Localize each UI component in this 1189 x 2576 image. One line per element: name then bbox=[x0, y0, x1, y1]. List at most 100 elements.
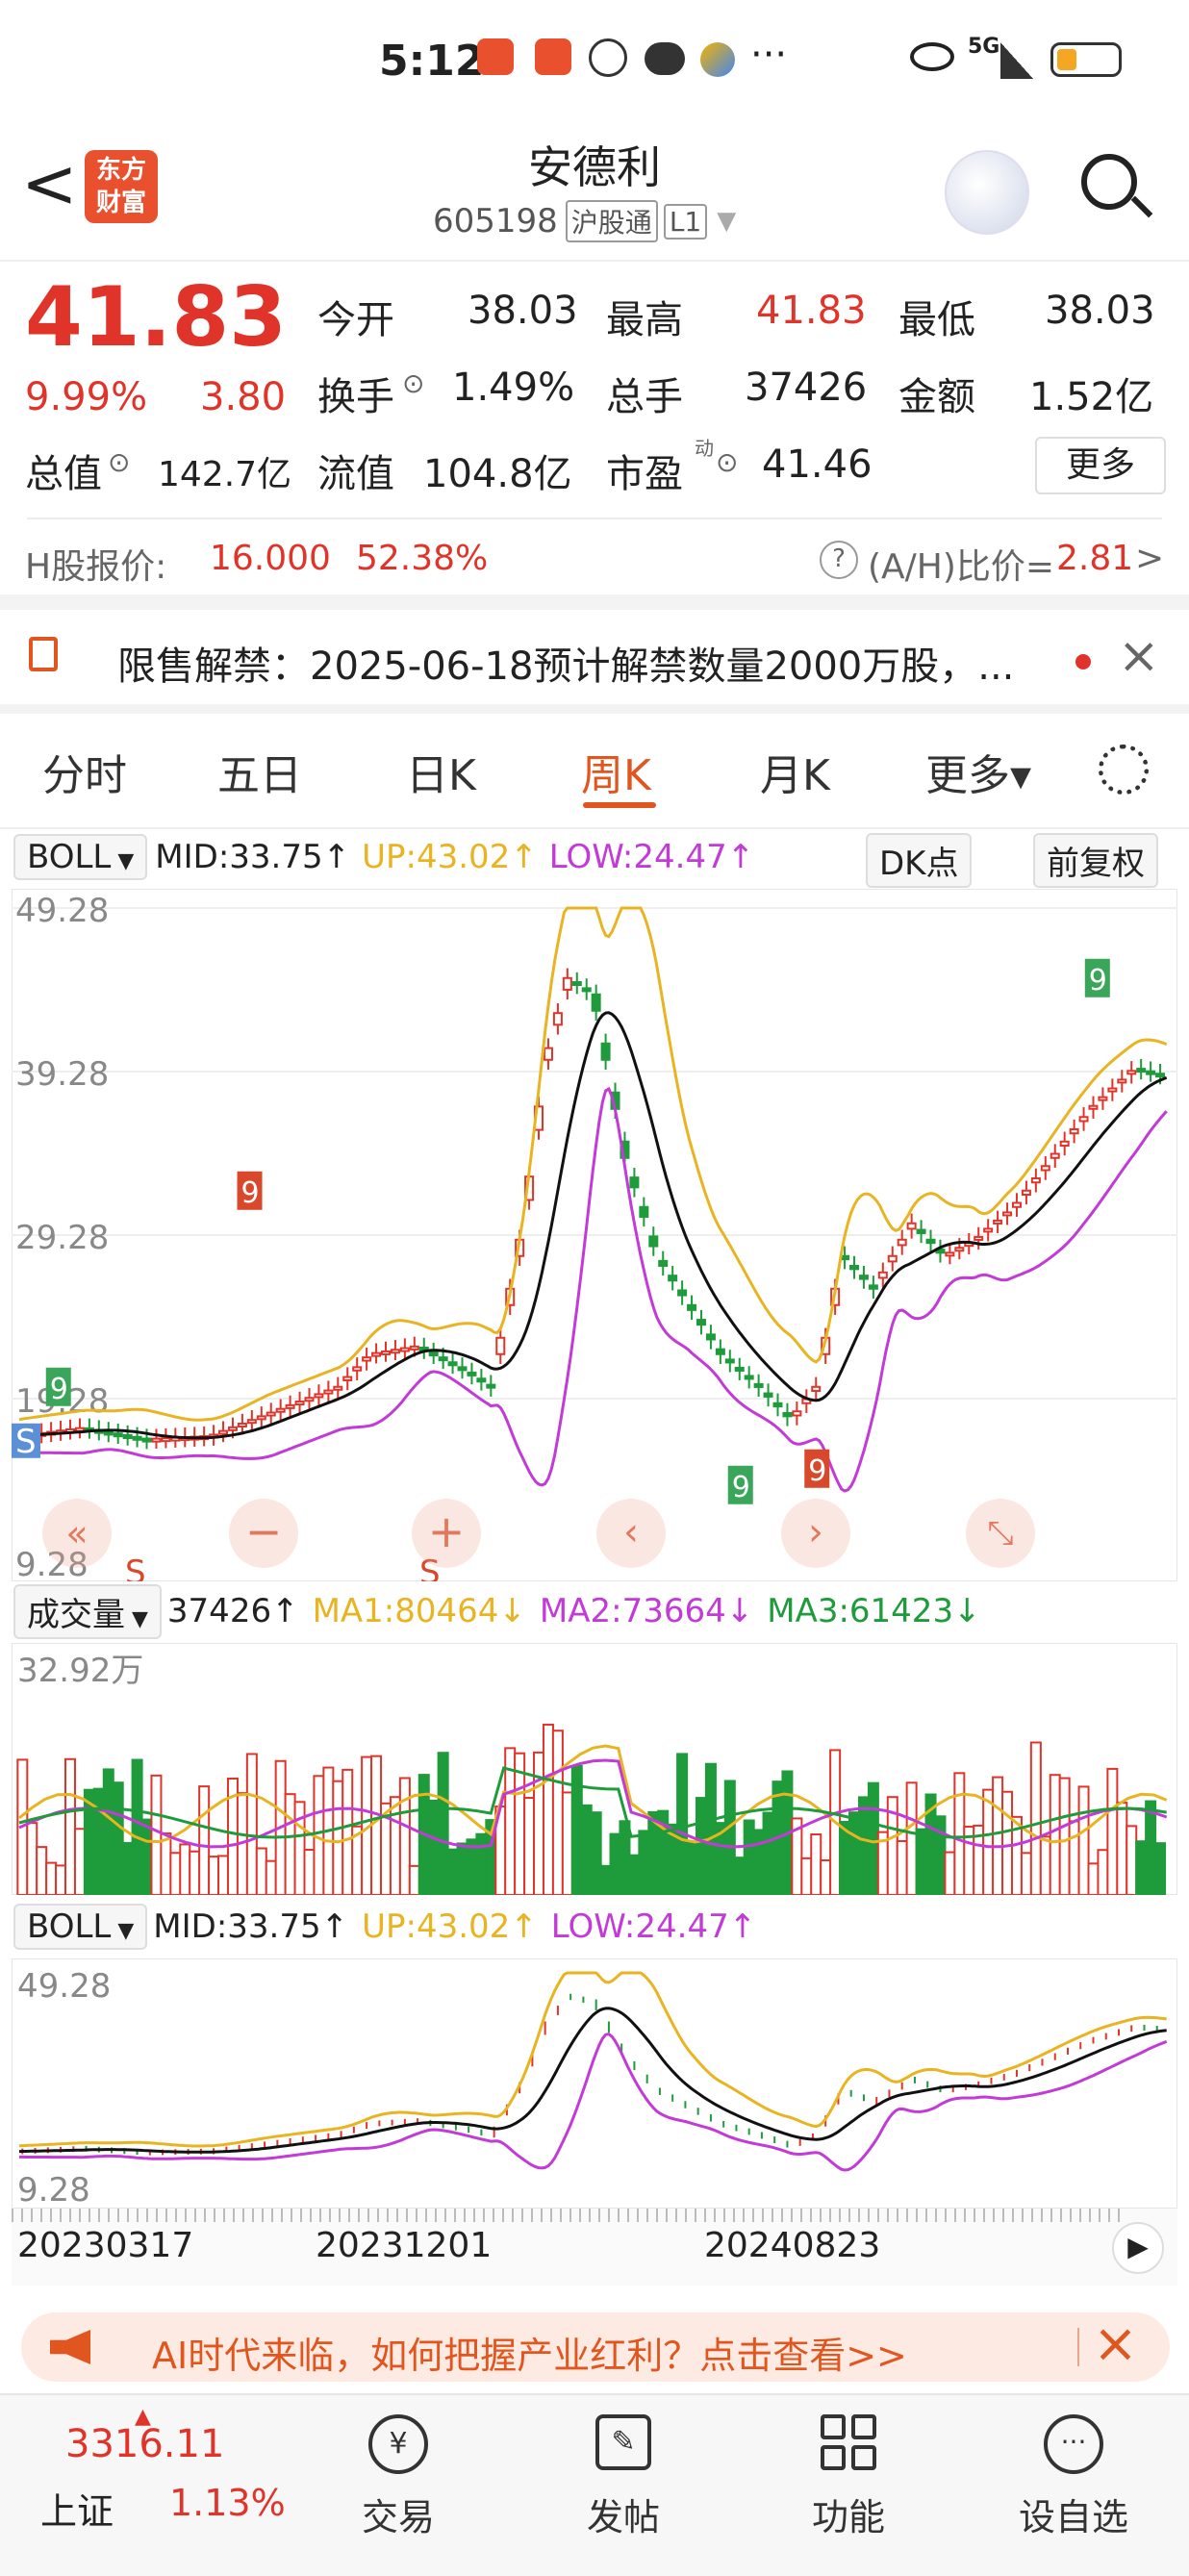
nav-trade[interactable]: ¥ 交易 bbox=[321, 2414, 475, 2540]
adjust-forward-button[interactable]: 前复权 bbox=[1033, 833, 1158, 888]
boll-low: LOW:24.47↑ bbox=[548, 838, 755, 876]
nav-label: 设自选 bbox=[1018, 2496, 1128, 2538]
chat-icon bbox=[645, 42, 685, 75]
candle-body bbox=[1078, 1116, 1089, 1123]
turnover-value: 1.49% bbox=[452, 366, 575, 410]
candle-body bbox=[974, 1235, 984, 1241]
boll-up: UP:43.02↑ bbox=[362, 1907, 538, 1946]
dk-point-button[interactable]: DK点 bbox=[866, 833, 973, 888]
amount-label: 金额 bbox=[898, 375, 975, 419]
volume-bar bbox=[332, 1780, 344, 1895]
robot-assistant-icon[interactable] bbox=[945, 150, 1029, 235]
candle-body bbox=[352, 1366, 363, 1372]
date-label: 20240823 bbox=[704, 2226, 881, 2265]
tab-daily-k[interactable]: 日K bbox=[406, 741, 476, 802]
help-icon[interactable]: ? bbox=[820, 541, 858, 579]
tab-more[interactable]: 更多▾ bbox=[925, 741, 1031, 802]
nav-add-watchlist[interactable]: ··· 设自选 bbox=[997, 2414, 1151, 2540]
date-label: 20230317 bbox=[17, 2226, 194, 2265]
candle-body bbox=[906, 1222, 917, 1230]
candle-body bbox=[237, 1423, 247, 1428]
scroll-right-icon[interactable]: ▶ bbox=[1112, 2222, 1164, 2274]
settings-gear-icon[interactable] bbox=[1099, 745, 1149, 795]
candle-body bbox=[371, 1351, 382, 1357]
dropdown-icon: ▼ bbox=[111, 849, 135, 873]
index-name[interactable]: 上证 bbox=[40, 2482, 114, 2535]
volume-bar bbox=[26, 1822, 38, 1895]
candle-body bbox=[571, 981, 582, 987]
y-axis-label: 29.28 bbox=[15, 1219, 109, 1257]
volume-bar bbox=[905, 1781, 918, 1895]
quote-panel: 41.83 9.99% 3.80 今开 38.03 最高 41.83 最低 38… bbox=[0, 260, 1189, 510]
candle-body bbox=[1098, 1096, 1108, 1101]
h-share-row[interactable]: H股报价: 16.000 52.38% ? (A/H)比价= 2.81 > bbox=[0, 531, 1189, 589]
volume-bar bbox=[982, 1788, 995, 1895]
next-icon[interactable]: › bbox=[781, 1499, 850, 1568]
more-button[interactable]: 更多 bbox=[1035, 437, 1166, 494]
volume-bar bbox=[389, 1796, 401, 1895]
candle-body bbox=[122, 1433, 133, 1439]
volume-bar bbox=[437, 1752, 449, 1895]
zoom-out-icon[interactable]: − bbox=[229, 1499, 298, 1568]
index-change[interactable]: 1.13% bbox=[169, 2482, 286, 2524]
high-label: 最高 bbox=[606, 298, 683, 342]
candle-body bbox=[227, 1426, 238, 1431]
candle-body bbox=[390, 1349, 400, 1354]
mktcap-label: 总值 bbox=[25, 452, 102, 496]
candle-body bbox=[887, 1254, 898, 1263]
weekly-k-chart[interactable]: 49.2839.2829.2819.289.28 99999SSS bbox=[12, 889, 1177, 1581]
zoom-in-icon[interactable]: + bbox=[412, 1499, 481, 1568]
volume-chart[interactable]: 32.92万 bbox=[12, 1643, 1177, 1895]
candle-body bbox=[380, 1350, 391, 1355]
edit-icon: ✎ bbox=[595, 2414, 651, 2470]
candle-body bbox=[285, 1403, 295, 1409]
ad-banner[interactable]: AI时代来临，如何把握产业红利？点击查看>> × bbox=[21, 2312, 1170, 2382]
info-icon[interactable]: ⊙ bbox=[108, 446, 130, 478]
nav-function[interactable]: 功能 bbox=[772, 2414, 925, 2540]
volume-value: 37426↑ bbox=[166, 1592, 299, 1630]
candle-body bbox=[467, 1371, 477, 1376]
tab-five-day[interactable]: 五日 bbox=[217, 741, 302, 802]
candle-body bbox=[333, 1385, 343, 1391]
candle-body bbox=[648, 1235, 659, 1248]
hk-connect-tag: 沪股通 bbox=[565, 200, 658, 242]
fast-back-icon[interactable]: « bbox=[42, 1499, 112, 1568]
notice-bar[interactable]: 限售解禁：2025-06-18预计解禁数量2000万股，... × bbox=[0, 612, 1189, 704]
volume-ma2: MA2:73664↓ bbox=[539, 1592, 754, 1630]
previous-icon[interactable]: ‹ bbox=[596, 1499, 666, 1568]
candle-body bbox=[543, 1047, 553, 1061]
tab-intraday[interactable]: 分时 bbox=[42, 741, 127, 802]
dropdown-arrow-icon[interactable]: ▼ bbox=[717, 207, 736, 236]
tab-weekly-k[interactable]: 周K bbox=[581, 741, 651, 802]
boll-overview-chart[interactable]: 49.28 9.28 bbox=[12, 1958, 1177, 2209]
volume-bar bbox=[1039, 1835, 1051, 1895]
candle-body bbox=[782, 1411, 793, 1418]
up-arrow-icon: ▲ bbox=[135, 2405, 151, 2429]
signal-icon bbox=[1000, 42, 1033, 79]
nav-post[interactable]: ✎ 发帖 bbox=[546, 2414, 700, 2540]
volume-bar bbox=[1068, 1820, 1080, 1895]
search-icon[interactable] bbox=[1081, 154, 1137, 210]
float-label: 流值 bbox=[317, 452, 394, 496]
volume-bar bbox=[561, 1791, 573, 1895]
close-ad-icon[interactable]: × bbox=[1093, 2312, 1138, 2375]
volume-indicator-select[interactable]: 成交量 ▼ bbox=[13, 1583, 162, 1639]
volume-bar bbox=[408, 1864, 420, 1895]
y-axis-label: 39.28 bbox=[15, 1055, 109, 1094]
candle-body bbox=[362, 1356, 372, 1362]
tab-monthly-k[interactable]: 月K bbox=[760, 741, 830, 802]
candle-body bbox=[983, 1227, 994, 1233]
candle-body bbox=[658, 1259, 669, 1267]
volume-bar bbox=[370, 1755, 383, 1895]
status-bar: 5:12 ··· 5G bbox=[0, 0, 1189, 125]
indicator-select[interactable]: BOLL ▼ bbox=[13, 1904, 148, 1950]
volume-bar bbox=[140, 1818, 153, 1895]
candle-body bbox=[581, 987, 592, 993]
info-icon[interactable]: ⊙ bbox=[716, 446, 738, 478]
info-icon[interactable]: ⊙ bbox=[402, 367, 424, 399]
close-icon[interactable]: × bbox=[1118, 627, 1160, 685]
dropdown-icon: ▼ bbox=[125, 1606, 148, 1631]
candle-body bbox=[668, 1275, 678, 1282]
indicator-select[interactable]: BOLL ▼ bbox=[13, 834, 148, 880]
fullscreen-icon[interactable]: ⤡ bbox=[966, 1499, 1035, 1568]
